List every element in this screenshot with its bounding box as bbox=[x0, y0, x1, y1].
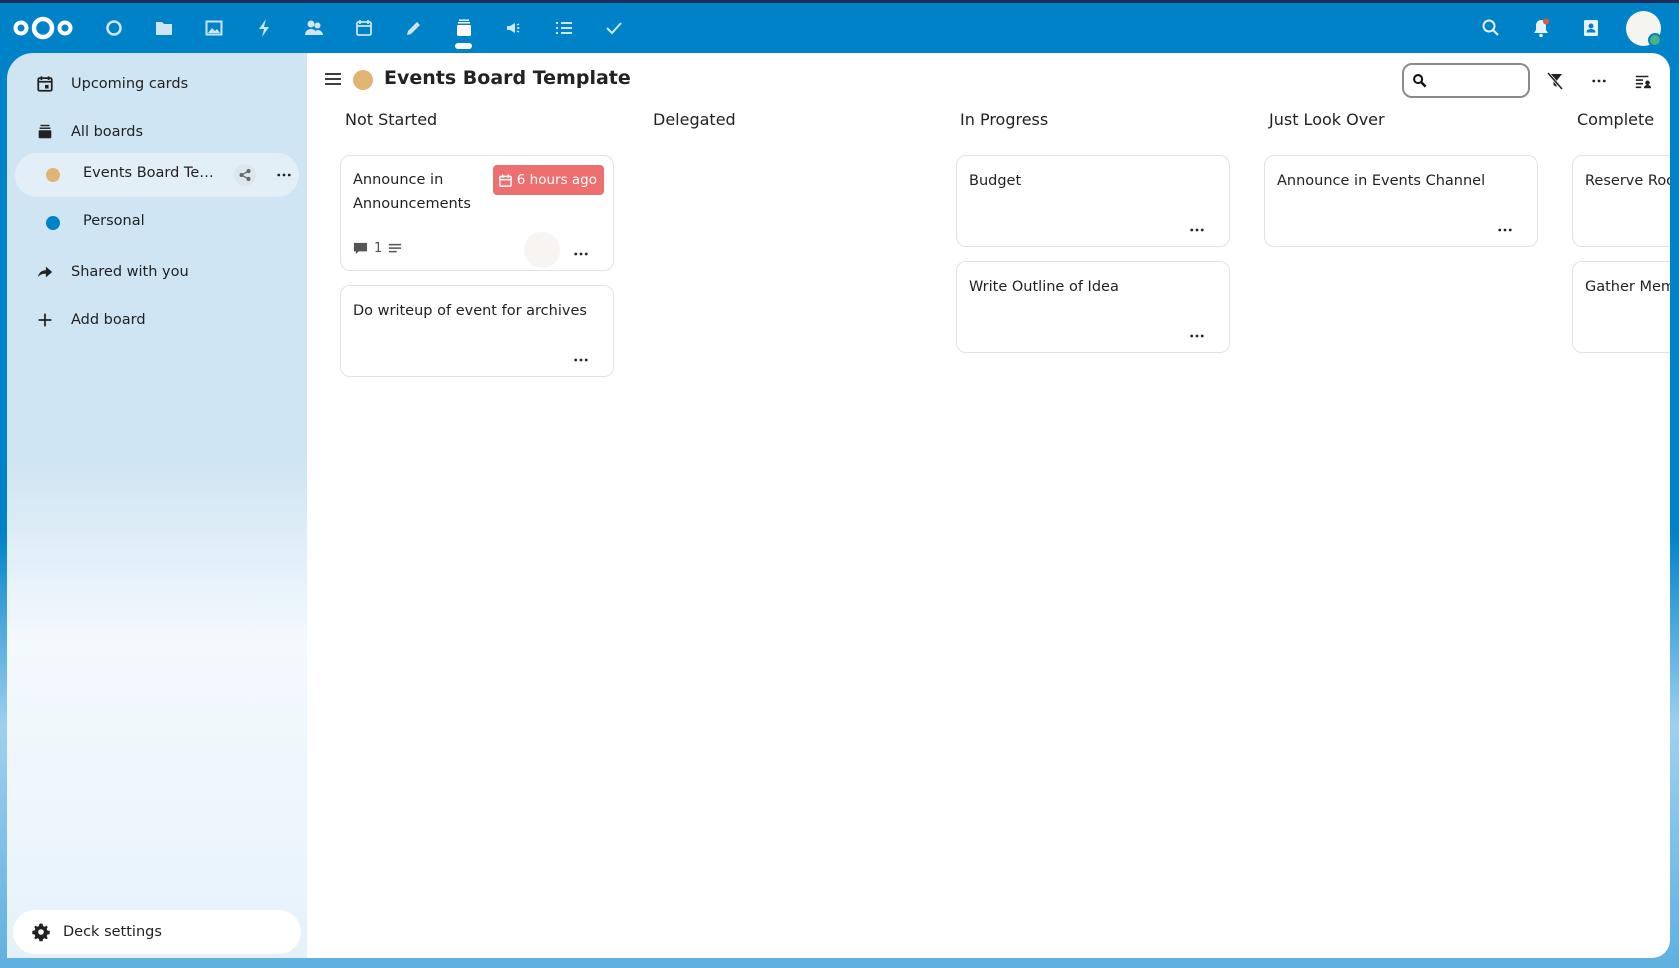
calendar-icon bbox=[498, 173, 512, 187]
more-options-icon[interactable] bbox=[273, 164, 295, 186]
board-color-dot bbox=[46, 216, 60, 230]
add-board-button[interactable]: Add board bbox=[19, 299, 295, 341]
card-more-options-icon[interactable] bbox=[1187, 330, 1207, 342]
card-more-options-icon[interactable] bbox=[571, 354, 591, 366]
due-date-text: 6 hours ago bbox=[516, 172, 597, 188]
deck-settings-label: Deck settings bbox=[63, 924, 162, 940]
folder-icon[interactable] bbox=[151, 15, 177, 41]
comment-count: 1 bbox=[374, 241, 383, 256]
stack-title-not-started[interactable]: Not Started bbox=[345, 110, 437, 129]
due-date-badge[interactable]: 6 hours ago bbox=[492, 165, 604, 195]
contacts-icon[interactable] bbox=[301, 15, 327, 41]
filter-off-icon[interactable] bbox=[1541, 67, 1569, 95]
board-item-label: Events Board Template bbox=[83, 165, 221, 181]
card-more-options-icon[interactable] bbox=[1187, 224, 1207, 236]
card-title: Announce in Events Channel bbox=[1277, 173, 1486, 189]
sidebar-item-label: Upcoming cards bbox=[71, 76, 189, 92]
pencil-icon[interactable] bbox=[401, 15, 427, 41]
card-announce-in-events-channel[interactable]: Announce in Events Channel bbox=[1264, 155, 1538, 247]
card-title: Reserve Room bbox=[1585, 173, 1670, 189]
plus-icon bbox=[35, 310, 55, 330]
share-arrow-icon bbox=[35, 262, 55, 282]
card-title: Budget bbox=[969, 173, 1022, 189]
card-reserve-room[interactable]: Reserve Room bbox=[1572, 155, 1670, 247]
image-icon[interactable] bbox=[201, 15, 227, 41]
stack-title-in-progress[interactable]: In Progress bbox=[960, 110, 1048, 129]
list-icon[interactable] bbox=[551, 15, 577, 41]
board-details-icon[interactable] bbox=[1629, 67, 1657, 95]
board-view: Events Board Template Not Started Announ… bbox=[307, 53, 1670, 958]
deck-icon bbox=[35, 122, 55, 142]
search-icon[interactable] bbox=[1478, 15, 1504, 41]
toggle-navigation-icon[interactable] bbox=[323, 71, 343, 87]
calendar-icon bbox=[35, 74, 55, 94]
card-search[interactable] bbox=[1402, 63, 1530, 98]
board-color-dot bbox=[46, 168, 60, 182]
stack-title-delegated[interactable]: Delegated bbox=[653, 110, 736, 129]
deck-settings-button[interactable]: Deck settings bbox=[13, 910, 301, 954]
sidebar-item-label: Shared with you bbox=[71, 264, 189, 280]
card-more-options-icon[interactable] bbox=[571, 248, 591, 260]
sidebar-item-all-boards[interactable]: All boards bbox=[19, 111, 295, 153]
checkmark-icon[interactable] bbox=[601, 15, 627, 41]
card-do-writeup-of-event-for-archives[interactable]: Do writeup of event for archives bbox=[340, 285, 614, 377]
card-title: Do writeup of event for archives bbox=[353, 303, 587, 319]
app-navigation-sidebar: Upcoming cards All boards Events Board T… bbox=[7, 53, 307, 958]
card-title: Write Outline of Idea bbox=[969, 279, 1119, 295]
share-icon[interactable] bbox=[234, 164, 256, 186]
lightning-icon[interactable] bbox=[251, 15, 277, 41]
calendar-icon[interactable] bbox=[351, 15, 377, 41]
assignee-avatar[interactable] bbox=[524, 232, 560, 268]
contacts-menu-icon[interactable] bbox=[1578, 15, 1604, 41]
stack-title-complete[interactable]: Complete bbox=[1577, 110, 1654, 129]
sidebar-item-label: Add board bbox=[71, 312, 146, 328]
nextcloud-logo[interactable] bbox=[12, 15, 74, 41]
board-item-label: Personal bbox=[83, 213, 145, 229]
search-icon bbox=[1413, 74, 1427, 88]
megaphone-icon[interactable] bbox=[501, 15, 527, 41]
sidebar-item-upcoming-cards[interactable]: Upcoming cards bbox=[19, 63, 295, 105]
card-announce-in-announcements[interactable]: Announce in Announcements 6 hours ago 1 bbox=[340, 155, 614, 271]
card-badges: 1 bbox=[353, 241, 402, 256]
card-title: Gather Members bbox=[1585, 279, 1670, 295]
gear-icon bbox=[31, 922, 51, 942]
comment-icon bbox=[353, 242, 368, 255]
board-title: Events Board Template bbox=[384, 67, 631, 89]
board-more-options-icon[interactable] bbox=[1585, 67, 1613, 95]
description-icon bbox=[389, 243, 402, 252]
active-app-indicator bbox=[455, 43, 472, 49]
card-write-outline-of-idea[interactable]: Write Outline of Idea bbox=[956, 261, 1230, 353]
online-status-indicator bbox=[1648, 33, 1662, 47]
search-input[interactable] bbox=[1432, 72, 1522, 89]
deck-icon[interactable] bbox=[451, 15, 477, 41]
card-title: Announce in Announcements bbox=[353, 172, 471, 212]
card-budget[interactable]: Budget bbox=[956, 155, 1230, 247]
board-item-personal[interactable]: Personal bbox=[15, 201, 299, 245]
stack-title-just-look-over[interactable]: Just Look Over bbox=[1269, 110, 1385, 129]
top-navigation-bar bbox=[0, 3, 1679, 53]
dashboard-icon[interactable] bbox=[101, 15, 127, 41]
notifications-icon[interactable] bbox=[1528, 15, 1554, 41]
sidebar-item-label: All boards bbox=[71, 124, 144, 140]
sidebar-item-shared-with-you[interactable]: Shared with you bbox=[19, 251, 295, 293]
board-item-events-board-template[interactable]: Events Board Template bbox=[15, 153, 299, 197]
card-more-options-icon[interactable] bbox=[1495, 224, 1515, 236]
card-gather-members[interactable]: Gather Members bbox=[1572, 261, 1670, 353]
board-color-dot bbox=[353, 70, 373, 90]
